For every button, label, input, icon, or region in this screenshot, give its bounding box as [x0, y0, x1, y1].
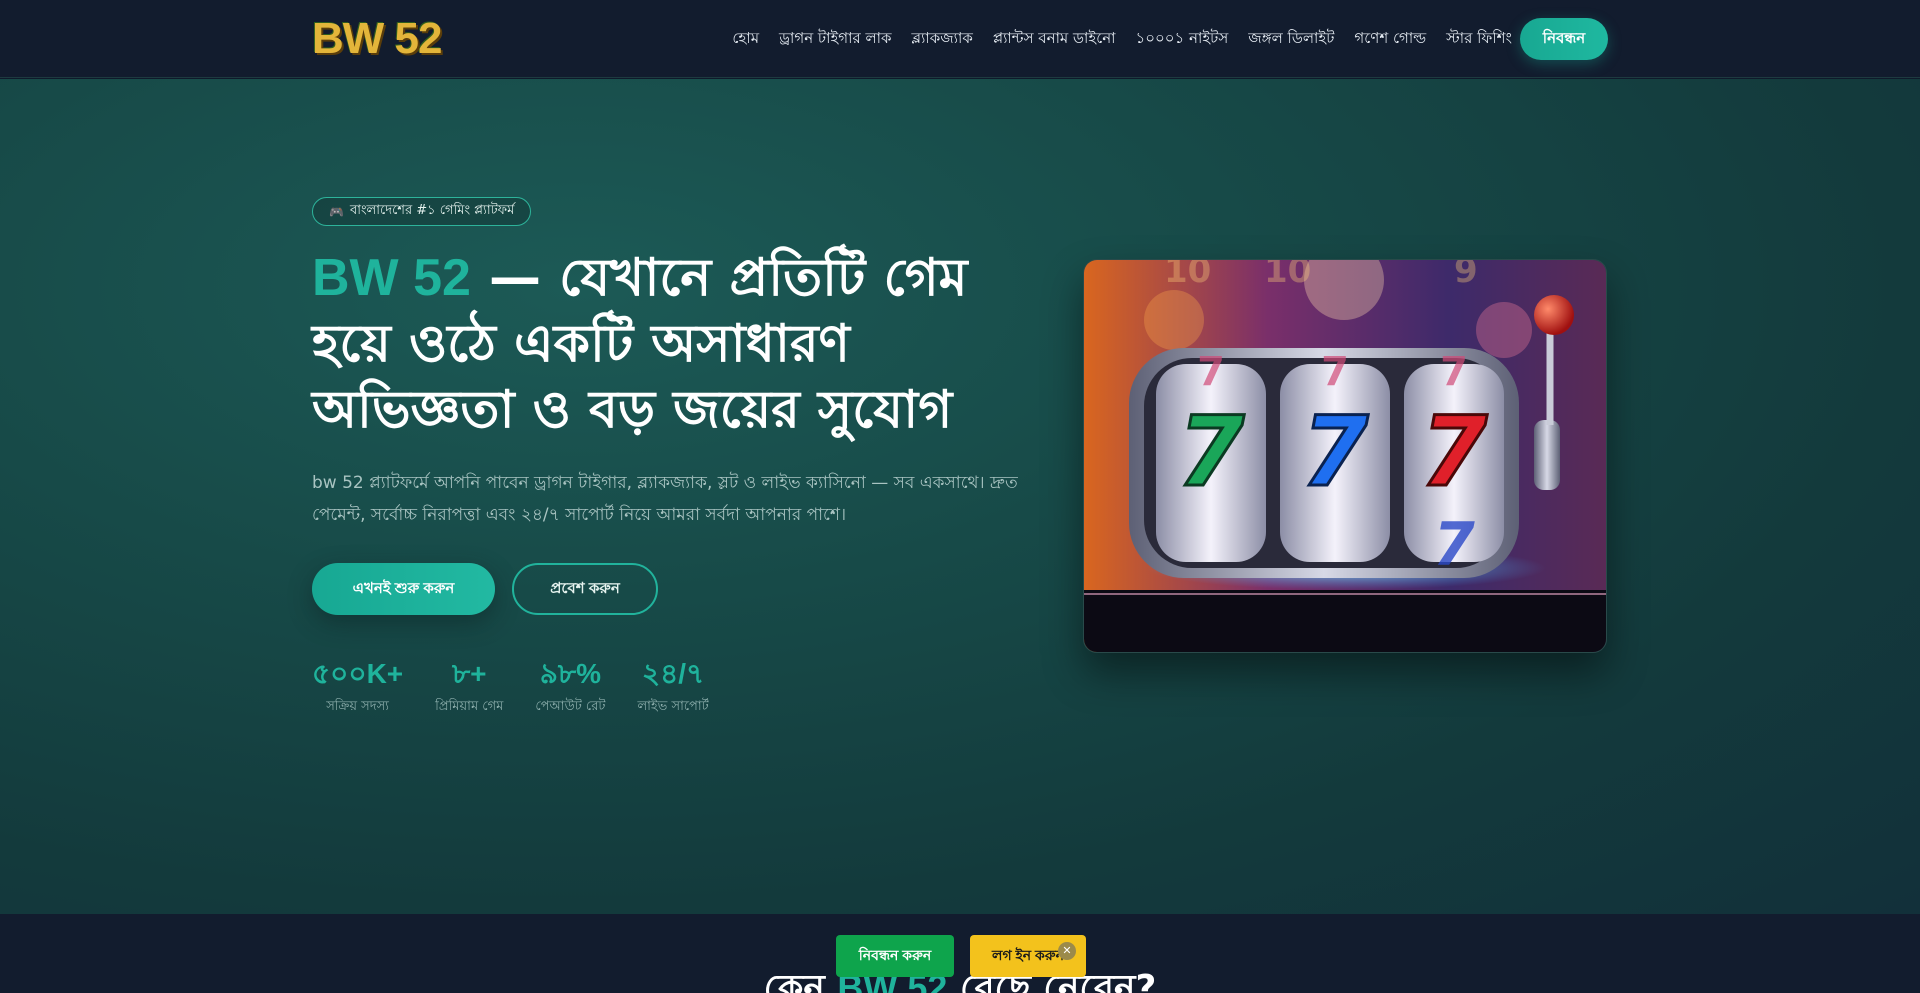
sticky-cta-bar: নিবন্ধন করুন লগ ইন করুন	[836, 935, 1086, 977]
site-logo[interactable]: BW 52	[312, 16, 442, 62]
hero-section: 🎮 বাংলাদেশের #১ গেমিং প্ল্যাটফর্ম BW 52 …	[0, 79, 1920, 914]
close-icon[interactable]: ✕	[1058, 942, 1076, 960]
nav-link-plants-vs-dino[interactable]: প্ল্যান্টস বনাম ডাইনো	[993, 27, 1116, 52]
nav-link-dragon-tiger[interactable]: ড্রাগন টাইগার লাক	[779, 27, 891, 52]
hero-description: bw 52 প্ল্যাটফর্মে আপনি পাবেন ড্রাগন টাই…	[312, 473, 1018, 525]
nav-register-button[interactable]: নিবন্ধন	[1520, 18, 1608, 60]
stat-label: সক্রিয় সদস্য	[326, 699, 389, 714]
svg-text:7: 7	[1321, 349, 1349, 395]
hero-title: BW 52 — যেখানে প্রতিটি গেম হয়ে ওঠে একটি…	[312, 245, 1052, 443]
nav-link-home[interactable]: হোম	[732, 27, 759, 52]
svg-text:10: 10	[1164, 260, 1211, 291]
svg-text:7: 7	[1197, 349, 1225, 395]
svg-text:7: 7	[1440, 349, 1468, 395]
svg-text:10: 10	[1264, 260, 1311, 291]
stat-label: লাইভ সাপোর্ট	[637, 699, 709, 714]
nav-link-ganesh-gold[interactable]: গণেশ গোল্ড	[1354, 27, 1426, 52]
slot-machine-illustration: 10 10 9 7 7 7 7 7 7 7	[1084, 260, 1606, 652]
hero-stats: ৫০০K+ সক্রিয় সদস্য ৮+ প্রিমিয়াম গেম ৯৮…	[312, 657, 709, 718]
stat-games: ৮+ প্রিমিয়াম গেম	[435, 657, 503, 718]
svg-text:7: 7	[1433, 510, 1475, 580]
stat-label: প্রিমিয়াম গেম	[435, 699, 504, 714]
slot-machine-image: 10 10 9 7 7 7 7 7 7 7	[1083, 259, 1607, 653]
nav-link-blackjack[interactable]: ব্ল্যাকজ্যাক	[911, 27, 972, 52]
stat-label: পেআউট রেট	[535, 699, 606, 714]
hero-title-brand: BW 52	[312, 249, 471, 307]
top-navbar: BW 52 হোম ড্রাগন টাইগার লাক ব্ল্যাকজ্যাক…	[0, 0, 1920, 78]
stat-members: ৫০০K+ সক্রিয় সদস্য	[312, 657, 403, 718]
nav-link-jungle-delight[interactable]: জঙ্গল ডিলাইট	[1248, 27, 1334, 52]
hero-badge-label: বাংলাদেশের #১ গেমিং প্ল্যাটফর্ম	[349, 203, 515, 218]
stat-payout: ৯৮% পেআউট রেট	[535, 657, 605, 718]
stat-value: ৯৮%	[539, 658, 601, 689]
stat-support: ২৪/৭ লাইভ সাপোর্ট	[637, 657, 708, 718]
stat-value: ৫০০K+	[312, 658, 404, 689]
nav-link-10001-nights[interactable]: ১০০০১ নাইটস	[1136, 27, 1229, 52]
nav-link-star-fishing[interactable]: স্টার ফিশিং	[1446, 27, 1512, 52]
hero-badge: 🎮 বাংলাদেশের #১ গেমিং প্ল্যাটফর্ম	[312, 197, 532, 226]
stat-value: ৮+	[451, 658, 487, 689]
svg-text:7: 7	[1178, 396, 1245, 508]
stat-value: ২৪/৭	[641, 658, 705, 689]
sticky-register-button[interactable]: নিবন্ধন করুন	[836, 935, 954, 977]
start-now-button[interactable]: এখনই শুরু করুন	[312, 563, 495, 615]
main-nav: হোম ড্রাগন টাইগার লাক ব্ল্যাকজ্যাক প্ল্য…	[732, 0, 1512, 78]
why-choose-heading-pre: কেন	[763, 968, 838, 993]
svg-text:9: 9	[1454, 260, 1478, 291]
enter-button[interactable]: প্রবেশ করুন	[512, 563, 658, 615]
svg-text:7: 7	[1302, 396, 1369, 508]
gamepad-icon: 🎮	[329, 204, 344, 219]
svg-text:7: 7	[1421, 396, 1488, 508]
